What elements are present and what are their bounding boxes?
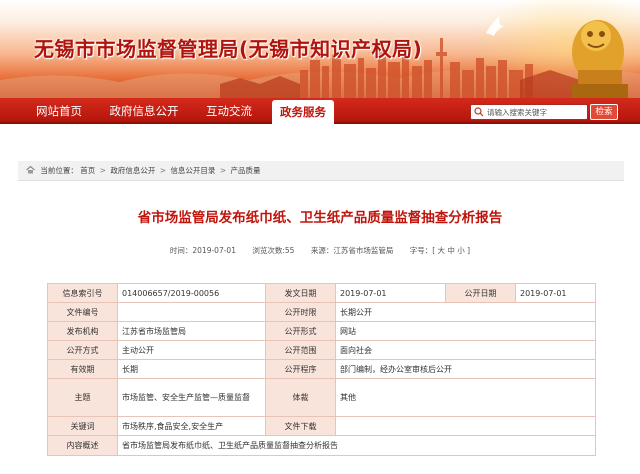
breadcrumb-prefix: 当前位置：	[40, 166, 78, 175]
table-row: 内容概述 省市场监管局发布纸巾纸、卫生纸产品质量监督抽查分析报告	[47, 435, 596, 456]
nav-item-services[interactable]: 政务服务	[272, 100, 334, 124]
keywords-value: 市场秩序,食品安全,安全生产	[117, 416, 266, 436]
breadcrumb-catalog[interactable]: 信息公开目录	[170, 161, 215, 181]
doc-no-label: 文件编号	[47, 302, 118, 322]
summary-value: 省市场监管局发布纸巾纸、卫生纸产品质量监督抽查分析报告	[117, 435, 596, 456]
pub-method-value: 主动公开	[117, 340, 266, 360]
pub-form-value: 网站	[335, 321, 596, 341]
breadcrumb-separator: >	[159, 166, 167, 175]
table-row: 主题 市场监管、安全生产监管—质量监督 体裁 其他	[47, 378, 596, 417]
download-label: 文件下载	[265, 416, 336, 436]
index-label: 信息索引号	[47, 283, 118, 303]
search-input[interactable]	[487, 106, 585, 118]
table-row: 文件编号 公开时限 长期公开	[47, 302, 596, 322]
home-icon	[26, 165, 35, 174]
search-icon	[474, 107, 484, 117]
topic-label: 主题	[47, 378, 118, 417]
genre-label: 体裁	[265, 378, 336, 417]
pub-proc-value: 部门编制，经办公室审核后公开	[335, 359, 596, 379]
search-button[interactable]: 检索	[590, 104, 618, 120]
lion-statue-icon	[572, 20, 628, 98]
keywords-label: 关键词	[47, 416, 118, 436]
dove-icon	[486, 16, 504, 36]
table-row: 信息索引号 014006657/2019-00056 发文日期 2019-07-…	[47, 283, 596, 303]
pub-date-value: 2019-07-01	[515, 283, 596, 303]
info-table: 信息索引号 014006657/2019-00056 发文日期 2019-07-…	[47, 283, 596, 456]
breadcrumb-gov-info[interactable]: 政府信息公开	[110, 161, 155, 181]
pub-period-label: 公开时限	[265, 302, 336, 322]
site-title: 无锡市市场监督管理局(无锡市知识产权局)	[34, 37, 423, 61]
meta-source: 来源：江苏省市场监管局	[310, 246, 394, 255]
breadcrumb-separator: >	[219, 166, 227, 175]
pub-scope-label: 公开范围	[265, 340, 336, 360]
nav-item-gov-info[interactable]: 政府信息公开	[106, 98, 182, 124]
pub-scope-value: 面向社会	[335, 340, 596, 360]
breadcrumb-home[interactable]: 首页	[80, 161, 95, 181]
validity-label: 有效期	[47, 359, 118, 379]
doc-date-value: 2019-07-01	[335, 283, 446, 303]
doc-no-value	[117, 302, 266, 322]
font-size-control[interactable]: 字号：[ 大 中 小 ]	[410, 245, 470, 256]
pub-period-value: 长期公开	[335, 302, 596, 322]
download-value[interactable]	[335, 416, 596, 436]
genre-value: 其他	[335, 378, 596, 417]
search-box	[470, 104, 588, 120]
table-row: 发布机构 江苏省市场监管局 公开形式 网站	[47, 321, 596, 341]
nav-item-home[interactable]: 网站首页	[30, 98, 88, 124]
meta-time: 时间：2019-07-01	[169, 246, 236, 255]
pub-method-label: 公开方式	[47, 340, 118, 360]
pub-proc-label: 公开程序	[265, 359, 336, 379]
header-banner: 无锡市市场监督管理局(无锡市知识产权局)	[0, 0, 640, 98]
nav-item-interaction[interactable]: 互动交流	[198, 98, 260, 124]
topic-value: 市场监管、安全生产监管—质量监督	[117, 378, 266, 417]
issuer-value: 江苏省市场监管局	[117, 321, 266, 341]
article-title: 省市场监管局发布纸巾纸、卫生纸产品质量监督抽查分析报告	[137, 210, 503, 226]
table-row: 关键词 市场秩序,食品安全,安全生产 文件下载	[47, 416, 596, 436]
meta-views: 浏览次数:55	[252, 246, 295, 255]
index-value: 014006657/2019-00056	[117, 283, 266, 303]
pub-form-label: 公开形式	[265, 321, 336, 341]
article-meta: 时间：2019-07-01 浏览次数:55 来源：江苏省市场监管局 字号：[ 大…	[0, 245, 640, 256]
table-row: 有效期 长期 公开程序 部门编制，经办公室审核后公开	[47, 359, 596, 379]
issuer-label: 发布机构	[47, 321, 118, 341]
doc-date-label: 发文日期	[265, 283, 336, 303]
breadcrumb: 当前位置： 首页 > 政府信息公开 > 信息公开目录 > 产品质量	[18, 161, 624, 181]
breadcrumb-separator: >	[99, 166, 106, 175]
table-row: 公开方式 主动公开 公开范围 面向社会	[47, 340, 596, 360]
validity-value: 长期	[117, 359, 266, 379]
breadcrumb-product-quality[interactable]: 产品质量	[231, 161, 261, 181]
summary-label: 内容概述	[47, 435, 118, 456]
pub-date-label: 公开日期	[445, 283, 516, 303]
